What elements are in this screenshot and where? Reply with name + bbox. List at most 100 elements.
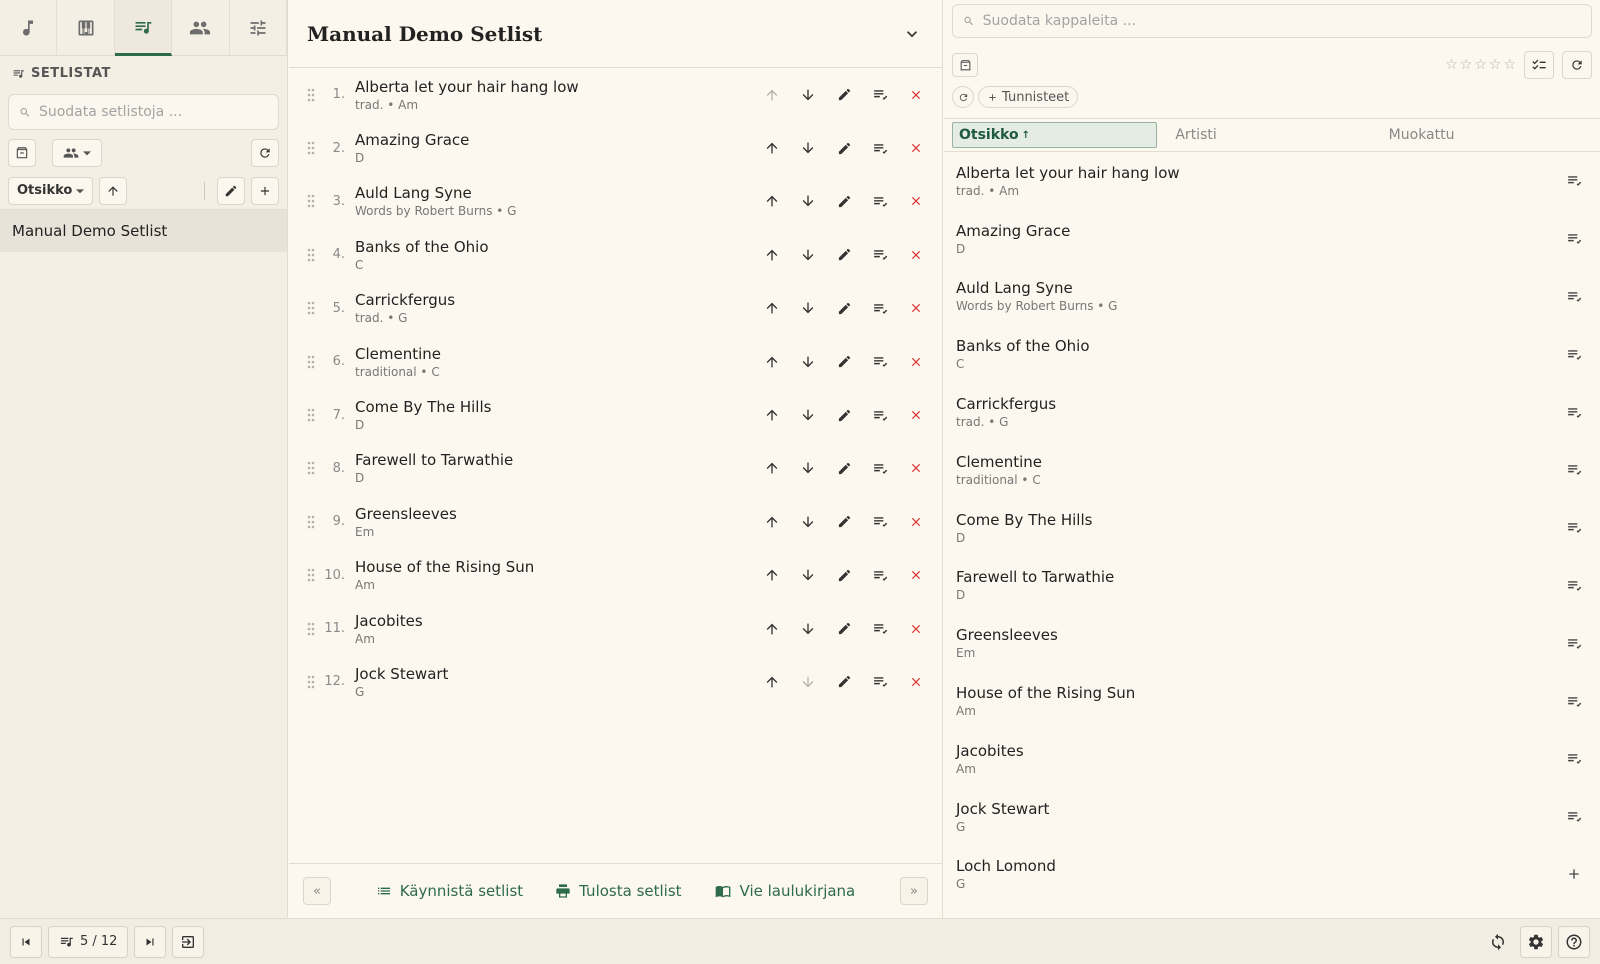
settings-button[interactable] [1520,925,1552,958]
drag-handle-icon[interactable] [307,248,317,262]
drag-handle-icon[interactable] [307,408,317,422]
move-down-button[interactable] [796,83,820,107]
drag-handle-icon[interactable] [307,301,317,315]
remove-song-button[interactable] [904,243,928,267]
tab-settings[interactable] [230,0,288,56]
export-songbook-button[interactable]: Vie laulukirjana [714,882,855,900]
move-up-button[interactable] [760,617,784,641]
star-icon[interactable]: ☆ [1460,57,1473,73]
move-down-button[interactable] [796,136,820,160]
remove-song-button[interactable] [904,350,928,374]
library-song-row[interactable]: Auld Lang Syne Words by Robert Burns • G [944,268,1600,326]
setlist-song-row[interactable]: 2. Amazing Grace D [289,121,942,174]
remove-song-button[interactable] [904,510,928,534]
edit-song-button[interactable] [832,83,856,107]
column-artist[interactable]: Artisti [1165,127,1378,143]
move-up-button[interactable] [760,403,784,427]
column-modified[interactable]: Muokattu [1379,127,1592,143]
star-icon[interactable]: ☆ [1503,57,1516,73]
library-song-row[interactable]: Jock Stewart G [944,788,1600,846]
in-setlist-button[interactable] [1562,227,1586,251]
move-down-button[interactable] [796,617,820,641]
drag-handle-icon[interactable] [307,461,317,475]
song-options-button[interactable] [868,350,892,374]
refresh-songs-button[interactable] [1562,51,1592,79]
song-options-button[interactable] [868,563,892,587]
setlist-position-button[interactable]: 5 / 12 [48,925,129,958]
add-tag-button[interactable]: Tunnisteet [978,86,1079,108]
remove-song-button[interactable] [904,83,928,107]
move-down-button[interactable] [796,243,820,267]
edit-song-button[interactable] [832,189,856,213]
setlist-song-row[interactable]: 5. Carrickfergus trad. • G [289,282,942,335]
move-down-button[interactable] [796,189,820,213]
move-down-button[interactable] [796,563,820,587]
column-title[interactable]: Otsikko ↑ [952,122,1158,148]
group-filter-button[interactable] [52,139,102,167]
in-setlist-button[interactable] [1562,747,1586,771]
multi-select-button[interactable] [1524,51,1554,79]
move-up-button[interactable] [760,243,784,267]
tab-people[interactable] [172,0,230,56]
edit-song-button[interactable] [832,243,856,267]
remove-song-button[interactable] [904,456,928,480]
move-up-button[interactable] [760,296,784,320]
in-setlist-button[interactable] [1562,284,1586,308]
next-page-button[interactable]: » [900,877,928,905]
song-options-button[interactable] [868,243,892,267]
song-search-input[interactable] [982,13,1581,29]
tab-chords[interactable] [57,0,115,56]
move-up-button[interactable] [760,83,784,107]
setlist-song-row[interactable]: 4. Banks of the Ohio C [289,228,942,281]
archive-button[interactable] [8,139,36,167]
in-setlist-button[interactable] [1562,689,1586,713]
move-up-button[interactable] [760,456,784,480]
library-song-row[interactable]: Carrickfergus trad. • G [944,383,1600,441]
drag-handle-icon[interactable] [307,675,317,689]
move-down-button[interactable] [796,350,820,374]
tab-songs[interactable] [0,0,58,56]
edit-song-button[interactable] [832,617,856,641]
star-icon[interactable]: ☆ [1474,57,1487,73]
archive-button[interactable] [952,53,978,77]
remove-song-button[interactable] [904,296,928,320]
edit-setlist-button[interactable] [217,176,245,205]
star-icon[interactable]: ☆ [1445,57,1458,73]
setlist-song-row[interactable]: 12. Jock Stewart G [289,655,942,708]
edit-song-button[interactable] [832,296,856,320]
tab-setlists[interactable] [114,0,173,56]
song-options-button[interactable] [868,670,892,694]
setlist-song-row[interactable]: 11. Jacobites Am [289,602,942,655]
drag-handle-icon[interactable] [307,622,317,636]
sync-button[interactable] [1482,926,1514,958]
drag-handle-icon[interactable] [307,88,317,102]
remove-song-button[interactable] [904,189,928,213]
setlist-song-row[interactable]: 10. House of the Rising Sun Am [289,549,942,602]
move-down-button[interactable] [796,670,820,694]
song-options-button[interactable] [868,403,892,427]
next-song-button[interactable] [134,925,167,958]
move-up-button[interactable] [760,189,784,213]
library-song-row[interactable]: Greensleeves Em [944,614,1600,672]
edit-song-button[interactable] [832,350,856,374]
setlist-song-row[interactable]: 9. Greensleeves Em [289,495,942,548]
in-setlist-button[interactable] [1562,516,1586,540]
add-to-setlist-button[interactable] [1562,862,1586,886]
move-down-button[interactable] [796,296,820,320]
move-up-button[interactable] [760,136,784,160]
star-icon[interactable]: ☆ [1489,57,1502,73]
in-setlist-button[interactable] [1562,573,1586,597]
remove-song-button[interactable] [904,403,928,427]
edit-song-button[interactable] [832,403,856,427]
refresh-setlists-button[interactable] [251,139,279,167]
setlist-song-row[interactable]: 3. Auld Lang Syne Words by Robert Burns • … [289,175,942,228]
collapse-button[interactable] [900,22,924,46]
setlist-song-row[interactable]: 7. Come By The Hills D [289,388,942,441]
move-up-button[interactable] [760,563,784,587]
in-setlist-button[interactable] [1562,342,1586,366]
drag-handle-icon[interactable] [307,194,317,208]
song-options-button[interactable] [868,296,892,320]
setlist-song-row[interactable]: 1. Alberta let your hair hang low trad. • … [289,68,942,121]
library-song-row[interactable]: Farewell to Tarwathie D [944,557,1600,615]
song-options-button[interactable] [868,189,892,213]
